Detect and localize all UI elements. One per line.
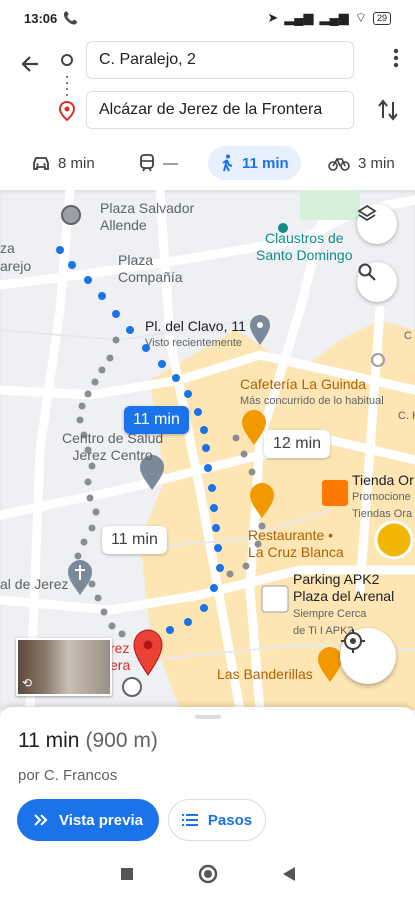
label-cafeteria-sub: Más concurrido de lo habitual <box>240 395 384 407</box>
list-icon <box>181 814 198 826</box>
label-pl-clavo: Pl. del Clavo, 11 <box>145 318 246 334</box>
signal-icon-2: ▂▄▆ <box>319 10 349 25</box>
search-along-route-button[interactable] <box>357 262 397 302</box>
home-button[interactable] <box>198 864 218 889</box>
label-al-de-jerez: al de Jerez <box>0 576 69 592</box>
more-vert-icon <box>393 48 399 68</box>
preview-label: Vista previa <box>59 811 143 829</box>
parking-logo <box>261 585 289 613</box>
sheet-drag-handle[interactable] <box>195 715 221 719</box>
church-pin <box>68 560 92 595</box>
label-claustros: Claustros de Santo Domingo <box>256 230 353 263</box>
car-icon <box>33 157 49 170</box>
route-duration: 11 min <box>18 729 80 752</box>
street-view-icon: ⟲ <box>22 676 33 690</box>
layers-button[interactable] <box>357 204 397 244</box>
square-icon <box>120 867 133 880</box>
mode-bike[interactable]: 3 min <box>316 146 407 180</box>
label-centro-salud: Centro de Salud Jerez Centro <box>62 430 164 463</box>
steps-button[interactable]: Pasos <box>168 799 266 841</box>
label-parking: Parking APK2 Plaza del Arenal <box>293 571 395 604</box>
route-summary-sheet[interactable]: 11 min (900 m) por C. Francos Vista previ… <box>0 707 415 855</box>
label-c-hor: C. Hor <box>398 410 415 422</box>
route-header: C. Paralejo, 2 Alcázar de Jerez de la Fr… <box>0 36 415 138</box>
park-area <box>300 190 360 220</box>
route-time-chip-alt2[interactable]: 11 min <box>102 526 167 554</box>
label-tienda-sub: Promocione Tiendas Ora <box>352 491 413 520</box>
pl-clavo-pin <box>250 315 270 345</box>
mode-car-label: 8 min <box>58 154 95 172</box>
mode-walk[interactable]: 11 min <box>208 146 301 180</box>
mode-walk-label: 11 min <box>242 154 289 172</box>
search-icon <box>358 263 376 281</box>
origin-field[interactable]: C. Paralejo, 2 <box>86 41 354 79</box>
label-banderillas: Las Banderillas <box>217 666 313 682</box>
signal-icon: ▂▄▆ <box>284 10 314 25</box>
destination-map-pin <box>133 629 163 676</box>
recents-button[interactable] <box>120 867 134 886</box>
orange-store-logo <box>322 480 348 506</box>
layers-icon <box>357 204 377 222</box>
walk-icon <box>222 154 233 172</box>
my-location-icon <box>341 629 365 653</box>
label-za: za <box>0 240 15 256</box>
route-time-chip-selected[interactable]: 11 min <box>124 406 189 434</box>
mode-transit[interactable]: — <box>127 146 190 180</box>
mode-car[interactable]: 8 min <box>20 146 107 180</box>
label-visto: Visto recientemente <box>145 337 243 349</box>
destination-pin-icon <box>58 100 76 126</box>
label-plaza-compania: Plaza Compañía <box>118 252 183 285</box>
route-end-marker <box>122 677 142 697</box>
swap-route-button[interactable] <box>377 98 399 127</box>
mode-transit-label: — <box>163 154 178 172</box>
back-nav-button[interactable] <box>282 866 296 887</box>
wifi-icon: ⌔ <box>354 10 367 25</box>
call-forward-icon: 📞 <box>63 11 79 25</box>
label-cafeteria: Cafetería La Guinda <box>240 376 367 392</box>
origin-circle-icon <box>61 54 73 66</box>
label-arejo: arejo <box>0 258 32 274</box>
arrow-back-icon <box>21 56 38 72</box>
route-time-chip-alt1[interactable]: 12 min <box>264 430 331 458</box>
bike-icon <box>328 158 350 171</box>
yellow-poi-marker <box>374 520 414 560</box>
swap-vert-icon <box>378 99 398 121</box>
status-time: 13:06 <box>24 10 58 26</box>
battery-icon: 29 <box>372 11 391 25</box>
route-distance: (900 m) <box>85 729 158 752</box>
location-icon: ➤ <box>267 10 279 25</box>
route-dots-divider <box>66 74 68 96</box>
street-view-thumbnail[interactable]: ⟲ <box>16 638 112 696</box>
back-button[interactable] <box>14 48 46 80</box>
label-rez: rez era <box>110 640 131 673</box>
double-chevron-icon <box>34 814 48 826</box>
triangle-back-icon <box>282 866 295 881</box>
map-view[interactable]: Plaza Salvador Allende Plaza Compañía za… <box>0 190 415 710</box>
label-restaurante: Restaurante • La Cruz Blanca <box>248 527 344 560</box>
route-start-marker <box>61 205 81 225</box>
route-via: por C. Francos <box>18 767 118 784</box>
label-tienda: Tienda Or <box>352 472 414 488</box>
label-plaza-salvador: Plaza Salvador Allende <box>100 200 195 233</box>
mode-bike-label: 3 min <box>358 154 395 172</box>
steps-label: Pasos <box>207 811 253 829</box>
system-nav-bar <box>0 852 415 900</box>
status-bar: 13:06 📞 ➤ ▂▄▆ ▂▄▆ ⌔ 29 <box>0 0 415 36</box>
my-location-button[interactable] <box>340 628 396 684</box>
label-c: C <box>404 330 412 342</box>
home-circle-icon <box>198 864 217 883</box>
destination-field[interactable]: Alcázar de Jerez de la Frontera <box>86 91 354 129</box>
preview-button[interactable]: Vista previa <box>17 799 159 841</box>
more-options-button[interactable] <box>393 48 399 73</box>
train-icon <box>140 154 154 172</box>
travel-modes: 8 min — 11 min 3 min <box>0 140 415 186</box>
route-summary: 11 min (900 m) <box>18 729 158 753</box>
